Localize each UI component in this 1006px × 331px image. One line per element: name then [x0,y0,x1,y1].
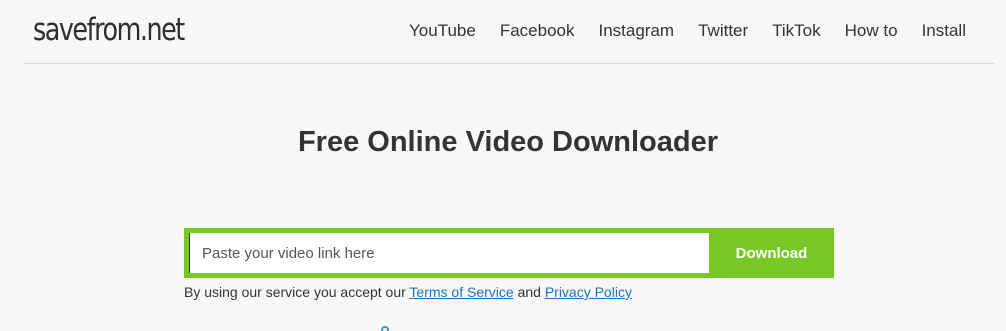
nav-link-install[interactable]: Install [910,21,994,41]
nav-link-youtube[interactable]: YouTube [397,21,488,41]
nav-link-facebook[interactable]: Facebook [488,21,587,41]
terms-notice: By using our service you accept our Term… [184,284,632,300]
main-nav: YouTube Facebook Instagram Twitter TikTo… [397,0,994,62]
page: savefrom.net YouTube Facebook Instagram … [0,0,1006,331]
download-form: Download [184,228,834,278]
terms-prefix: By using our service you accept our [184,284,406,300]
terms-and: and [517,284,541,300]
privacy-policy-link[interactable]: Privacy Policy [545,284,632,300]
page-title: Free Online Video Downloader [297,126,719,158]
nav-link-how-to[interactable]: How to [833,21,910,41]
video-url-input[interactable] [189,233,709,273]
site-logo[interactable]: savefrom.net [33,12,185,48]
nav-link-tiktok[interactable]: TikTok [760,21,833,41]
nav-link-instagram[interactable]: Instagram [587,21,687,41]
partial-loader-icon [381,326,389,331]
site-header: savefrom.net YouTube Facebook Instagram … [24,0,994,64]
terms-of-service-link[interactable]: Terms of Service [409,284,513,300]
nav-link-twitter[interactable]: Twitter [686,21,760,41]
download-button[interactable]: Download [709,233,834,273]
